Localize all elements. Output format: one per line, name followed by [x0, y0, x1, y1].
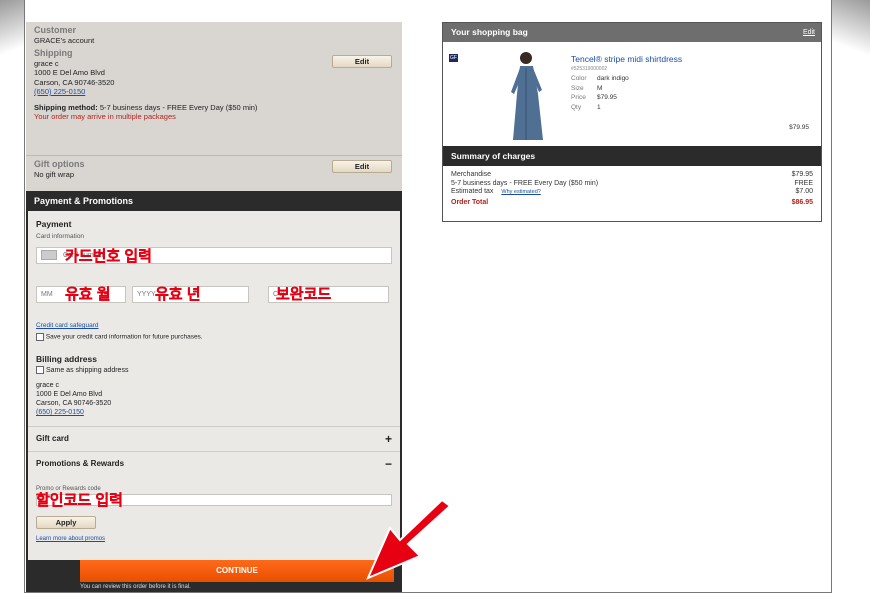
exp-month-placeholder: MM: [41, 291, 53, 298]
shipping-method: Shipping method: 5-7 business days - FRE…: [34, 103, 394, 113]
price-label: Price: [571, 94, 586, 101]
summary-tax-row: Estimated tax Why estimated? $7.00: [451, 188, 813, 197]
billing-address1: 1000 E Del Amo Blvd: [36, 391, 103, 398]
shipping-method-value: 5-7 business days - FREE Every Day ($50 …: [99, 102, 258, 112]
annotation-exp-month: 유효 월: [65, 286, 111, 303]
promotions-label: Promotions & Rewards: [36, 459, 125, 468]
shipping-address2: Carson, CA 90746-3520: [34, 77, 115, 87]
credit-card-safeguard-link[interactable]: Credit card safeguard: [36, 322, 99, 329]
summary-merch-row: Merchandise $79.95: [451, 171, 813, 180]
frame-shadow-right: [830, 0, 870, 60]
gift-options-edit-button[interactable]: Edit: [332, 160, 392, 173]
merch-label: Merchandise: [451, 171, 492, 178]
learn-more-promos-link[interactable]: Learn more about promos: [36, 536, 105, 542]
bag-item: GF Tencel® stripe midi shirtdress #52531…: [443, 42, 821, 146]
summary-total-row: Order Total $86.95: [451, 199, 813, 208]
promotions-section: Promo or Rewards code 할인코드 입력 Apply Lear…: [28, 476, 400, 560]
size-value: M: [597, 84, 603, 92]
billing-name: grace c: [36, 382, 59, 389]
gift-card-label: Gift card: [36, 434, 69, 443]
payment-section: Payment Card information Card number 카드번…: [28, 211, 400, 426]
product-details: Color dark indigo Size M Price $79.95 Qty 1: [571, 74, 629, 112]
summary-shipping-row: 5-7 business days - FREE Every Day ($50 …: [451, 180, 813, 189]
shipping-note: Your order may arrive in multiple packag…: [34, 112, 176, 121]
total-value: $86.95: [791, 198, 813, 206]
annotation-exp-year: 유효 년: [155, 286, 201, 303]
payment-promotions-header: Payment & Promotions: [26, 191, 402, 211]
shipping-method-label: Shipping method:: [34, 102, 98, 112]
checkout-left-column: Customer GRACE's account Shipping Edit g…: [26, 22, 402, 592]
same-as-shipping-label: Same as shipping address: [45, 366, 129, 374]
total-label: Order Total: [451, 198, 489, 206]
annotation-promo-code: 할인코드 입력: [36, 492, 123, 509]
product-sku: #525319000002: [571, 66, 608, 72]
shopping-bag-title: Your shopping bag: [451, 27, 528, 37]
payment-title: Payment: [36, 219, 72, 229]
billing-address-title: Billing address: [36, 354, 97, 364]
promotions-row[interactable]: Promotions & Rewards −: [28, 451, 400, 476]
customer-shipping-block: Customer GRACE's account Shipping Edit g…: [26, 22, 402, 155]
save-card-label: Save your credit card information for fu…: [45, 333, 203, 341]
summary-header: Summary of charges: [443, 146, 821, 166]
expand-plus-icon[interactable]: +: [385, 427, 392, 451]
continue-subtext: You can review this order before it is f…: [80, 584, 191, 590]
save-card-checkbox[interactable]: [36, 333, 44, 341]
size-label: Size: [571, 84, 584, 92]
red-arrow-annotation: [366, 498, 452, 580]
same-as-shipping-checkbox[interactable]: [36, 366, 44, 374]
shipping-phone-link[interactable]: (650) 225-0150: [34, 87, 394, 97]
qty-label: Qty: [571, 103, 582, 111]
billing-address: grace c 1000 E Del Amo Blvd Carson, CA 9…: [36, 381, 111, 417]
billing-phone-link[interactable]: (650) 225-0150: [36, 408, 111, 417]
product-name-link[interactable]: Tencel® stripe midi shirtdress: [571, 54, 682, 64]
shipping-edit-button[interactable]: Edit: [332, 55, 392, 68]
color-label: Color: [571, 75, 587, 82]
gift-options-block: Gift options Edit No gift wrap: [26, 155, 402, 191]
annotation-security-code: 보완코드: [276, 286, 332, 303]
billing-address2: Carson, CA 90746-3520: [36, 400, 112, 407]
ship-value: FREE: [794, 179, 813, 187]
tax-label: Estimated tax: [451, 188, 494, 195]
customer-account: GRACE's account: [34, 36, 95, 45]
continue-button[interactable]: CONTINUE: [80, 560, 394, 582]
same-as-shipping-row: Same as shipping address: [36, 366, 128, 374]
line-total: $79.95: [789, 124, 809, 131]
card-info-label: Card information: [36, 233, 85, 240]
save-card-row: Save your credit card information for fu…: [36, 333, 203, 341]
card-icon: [41, 250, 57, 261]
apply-button[interactable]: Apply: [36, 516, 96, 529]
shopping-bag-header: Your shopping bag Edit: [443, 23, 821, 42]
merch-value: $79.95: [791, 171, 813, 178]
qty-value: 1: [597, 103, 601, 111]
customer-title: Customer: [34, 25, 77, 35]
annotation-card-number: 카드번호 입력: [65, 248, 152, 265]
ship-label: 5-7 business days - FREE Every Day ($50 …: [451, 179, 599, 187]
color-value: dark indigo: [597, 75, 629, 82]
summary-title: Summary of charges: [451, 151, 536, 161]
price-value: $79.95: [597, 94, 617, 101]
summary-body: Merchandise $79.95 5-7 business days - F…: [443, 166, 821, 212]
exp-year-placeholder: YYYY: [137, 291, 156, 298]
why-estimated-link[interactable]: Why estimated?: [501, 189, 540, 195]
tax-value: $7.00: [795, 188, 813, 195]
gift-card-row[interactable]: Gift card +: [28, 426, 400, 451]
shopping-bag-panel: Your shopping bag Edit GF Tencel® stripe…: [442, 22, 822, 222]
brand-badge-icon: GF: [449, 54, 458, 62]
shipping-address1: 1000 E Del Amo Blvd: [34, 68, 105, 77]
product-image[interactable]: [505, 48, 551, 144]
collapse-minus-icon[interactable]: −: [385, 452, 392, 476]
bag-edit-link[interactable]: Edit: [803, 23, 815, 42]
